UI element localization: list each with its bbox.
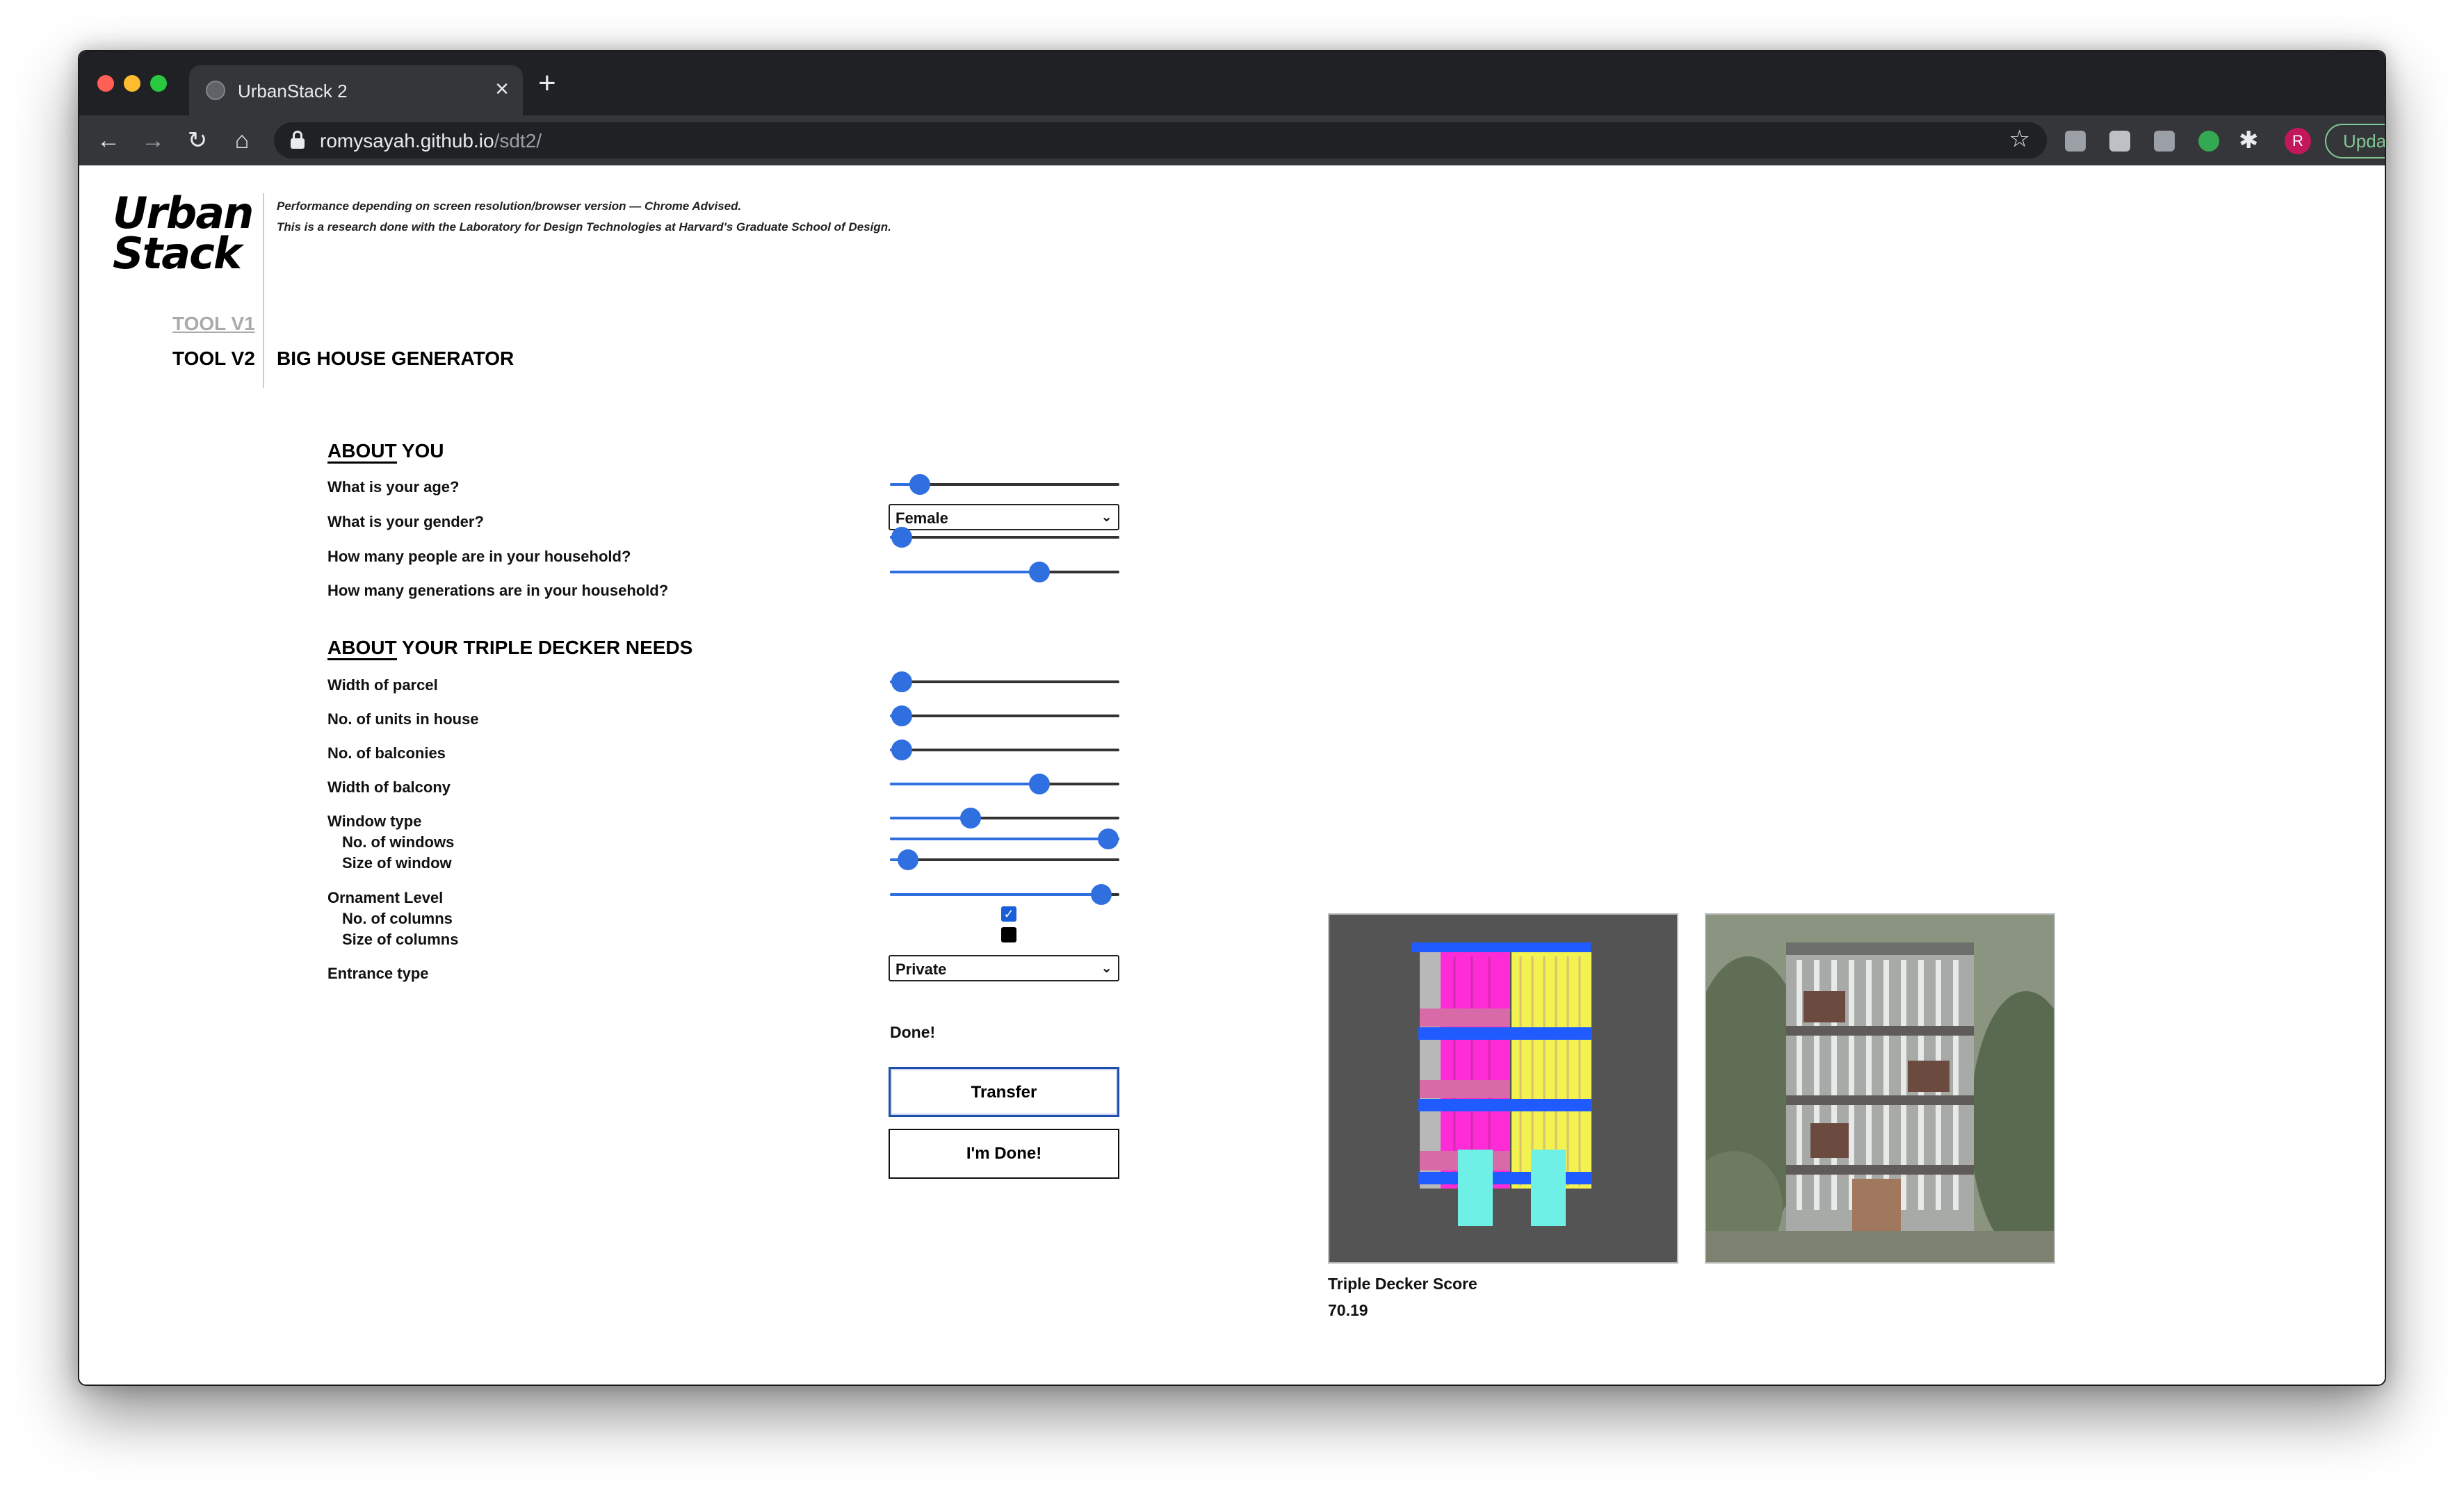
slider-thumb [891,705,912,726]
facade-diagram-svg [1329,915,1677,1262]
extension-h-icon[interactable] [2154,131,2175,152]
needs-title: ABOUT YOUR TRIPLE DECKER NEEDS [327,637,692,660]
update-button[interactable]: Update⋮ [2325,124,2385,158]
rendered-image-svg [1706,915,2054,1262]
slider-thumb [898,849,919,870]
im-done-button[interactable]: I'm Done! [889,1129,1119,1179]
urbanstack-logo: Urban Stack [113,188,254,279]
gender-question: What is your gender? [327,513,484,530]
slider-thumb [1097,828,1119,849]
browser-toolbar: ← → ↻ ⌂ romysayah.github.io/sdt2/ ☆ ✱ R … [79,115,2385,165]
entrance-question: Entrance type [327,965,429,982]
windows-count-slider[interactable] [890,828,1119,849]
slider-thumb [891,527,912,548]
slider-thumb [909,474,930,495]
generated-facade-diagram [1328,913,1678,1264]
generations-slider[interactable] [890,562,1119,582]
window-type-slider[interactable] [890,808,1119,828]
new-tab-icon[interactable]: + [538,67,556,100]
transfer-button[interactable]: Transfer [889,1067,1119,1117]
profile-avatar[interactable]: R [2285,128,2311,154]
balconies-slider[interactable] [890,740,1119,760]
header-divider [263,193,264,388]
page-content: Urban Stack Performance depending on scr… [79,165,2385,1385]
extension-green-icon[interactable] [2198,131,2219,152]
ornament-slider[interactable] [890,884,1119,905]
units-slider[interactable] [890,705,1119,726]
minimize-window-icon[interactable] [124,75,140,92]
globe-icon [206,81,225,100]
columns-count-checkbox[interactable]: ✓ [1001,906,1016,922]
tab-strip: UrbanStack 2 × + [79,51,2385,115]
columns-size-question: Size of columns [342,931,459,948]
slider-thumb [959,808,981,828]
browser-window: UrbanStack 2 × + ← → ↻ ⌂ romysayah.githu… [78,50,2386,1386]
balcony-width-slider[interactable] [890,774,1119,794]
status-text: Done! [890,1023,936,1041]
generations-question: How many generations are in your househo… [327,582,669,599]
tool-v2-label: TOOL V2 [172,348,255,369]
parcel-width-slider[interactable] [890,671,1119,692]
balcony-width-question: Width of balcony [327,778,451,796]
tool-v1-link[interactable]: TOOL V1 [172,313,255,335]
address-bar[interactable]: romysayah.github.io/sdt2/ ☆ [274,122,2047,158]
browser-tab[interactable]: UrbanStack 2 × [189,65,523,115]
slider-thumb [1090,884,1112,905]
entrance-select[interactable]: Private ⌄ [889,955,1119,981]
household-people-slider[interactable] [890,527,1119,548]
slider-thumb [891,671,912,692]
reload-icon[interactable]: ↻ [182,125,213,156]
maximize-window-icon[interactable] [150,75,167,92]
back-arrow-icon[interactable]: ← [93,125,124,156]
url-text: romysayah.github.io/sdt2/ [320,130,542,152]
score-value: 70.19 [1328,1301,1368,1319]
home-icon[interactable]: ⌂ [227,125,257,156]
close-tab-icon[interactable]: × [495,76,509,101]
window-type-question: Window type [327,813,422,830]
lock-icon [291,131,305,149]
disclaimer: Performance depending on screen resoluti… [277,199,891,234]
chevron-down-icon: ⌄ [1101,509,1112,525]
ornament-question: Ornament Level [327,889,444,906]
rendered-triple-decker-image [1705,913,2055,1264]
tab-title: UrbanStack 2 [238,81,348,101]
columns-count-question: No. of columns [342,910,453,927]
age-question: What is your age? [327,478,460,496]
page-heading: BIG HOUSE GENERATOR [277,348,514,369]
extension-reader-icon[interactable] [2109,131,2130,152]
window-size-question: Size of window [342,854,452,872]
columns-size-checkbox[interactable] [1001,927,1016,942]
close-window-icon[interactable] [97,75,114,92]
parcel-width-question: Width of parcel [327,676,438,694]
chevron-down-icon: ⌄ [1101,961,1112,976]
units-question: No. of units in house [327,710,479,728]
slider-thumb [1028,562,1050,582]
age-slider[interactable] [890,474,1119,495]
extensions-puzzle-icon[interactable]: ✱ [2239,126,2259,154]
score-label: Triple Decker Score [1328,1275,1477,1293]
balconies-question: No. of balconies [327,744,446,762]
forward-arrow-icon[interactable]: → [138,125,168,156]
extension-doc-icon[interactable] [2065,131,2086,152]
bookmark-star-icon[interactable]: ☆ [2009,125,2030,153]
about-you-title: ABOUT YOU [327,440,444,464]
slider-thumb [891,740,912,760]
slider-thumb [1028,774,1050,794]
window-size-slider[interactable] [890,849,1119,870]
windows-count-question: No. of windows [342,833,455,851]
household-question: How many people are in your household? [327,548,631,565]
